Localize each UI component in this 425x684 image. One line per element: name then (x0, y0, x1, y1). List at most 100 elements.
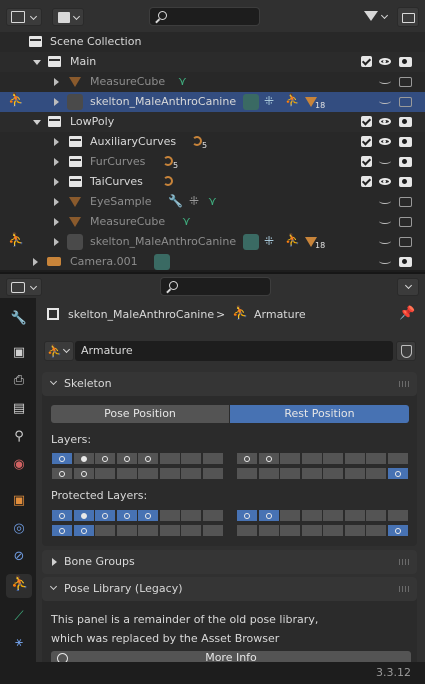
physics-tab-icon[interactable]: ◎ (10, 520, 28, 538)
outliner-row-measurecube[interactable]: MeasureCube ⋎ (0, 72, 425, 92)
exclude-checkbox[interactable] (361, 156, 372, 167)
outliner-row-measurecube-2[interactable]: MeasureCube ⋎ (0, 212, 425, 232)
visibility-eye-icon[interactable] (379, 58, 391, 65)
mesh-data-icon[interactable]: ⋎ (208, 194, 217, 208)
visibility-hidden-icon[interactable] (379, 218, 391, 224)
bone-layer-toggle[interactable] (257, 467, 280, 480)
visibility-eye-icon[interactable] (379, 118, 391, 125)
pin-icon[interactable]: 📌 (399, 306, 415, 321)
visibility-hidden-icon[interactable] (379, 258, 391, 264)
pose-icon[interactable]: ⛹ (285, 93, 300, 107)
bone-layer-toggle[interactable] (257, 509, 280, 522)
drag-handle-icon[interactable] (399, 586, 411, 592)
more-info-button[interactable]: More Info (51, 651, 411, 662)
bone-layer-toggle[interactable] (257, 452, 280, 465)
bone-layer-toggle[interactable] (365, 509, 387, 522)
modifier-wrench-icon[interactable]: 🔧 (168, 194, 183, 208)
disclosure-collapsed-icon[interactable] (54, 218, 59, 226)
exclude-checkbox[interactable] (361, 176, 372, 187)
armature-data-icon[interactable] (243, 234, 259, 250)
outliner-row-lowpoly[interactable]: LowPoly (0, 112, 425, 132)
bone-layer-toggle[interactable] (279, 467, 301, 480)
bone-layer-toggle[interactable] (386, 452, 409, 465)
options-dropdown[interactable] (397, 278, 419, 296)
protected-layers-grid[interactable] (51, 509, 411, 539)
bone-layer-toggle[interactable] (158, 509, 181, 522)
bone-layer-toggle[interactable] (51, 467, 73, 480)
constraints-tab-icon[interactable]: ⊘ (10, 548, 28, 566)
disclosure-collapsed-icon[interactable] (54, 238, 59, 246)
bone-layer-toggle[interactable] (343, 452, 366, 465)
render-disabled-icon[interactable] (399, 97, 412, 107)
bone-layer-toggle[interactable] (158, 524, 181, 537)
world-tab-icon[interactable]: ◉ (10, 456, 28, 474)
disclosure-collapsed-icon[interactable] (33, 258, 38, 266)
camera-data-icon[interactable] (154, 254, 170, 270)
bone-layer-toggle[interactable] (236, 524, 258, 537)
vertex-groups-icon[interactable]: ⁜ (264, 94, 274, 108)
bone-layer-toggle[interactable] (115, 509, 138, 522)
visibility-eye-icon[interactable] (379, 178, 391, 185)
bone-layer-toggle[interactable] (94, 467, 116, 480)
visibility-hidden-icon[interactable] (379, 78, 391, 84)
bone-layer-toggle[interactable] (137, 452, 159, 465)
editor-type-dropdown[interactable] (6, 278, 42, 296)
bone-layer-toggle[interactable] (257, 524, 280, 537)
bone-layer-toggle[interactable] (94, 509, 116, 522)
visibility-eye-icon[interactable] (379, 138, 391, 145)
outliner-row-camera[interactable]: Camera.001 (0, 252, 425, 272)
filter-dropdown[interactable] (362, 8, 390, 26)
mesh-data-icon[interactable]: ⋎ (182, 214, 191, 228)
bone-layer-toggle[interactable] (236, 467, 258, 480)
bone-layer-toggle[interactable] (365, 467, 387, 480)
outliner-row-main[interactable]: Main (0, 52, 425, 72)
bone-layer-toggle[interactable] (322, 509, 344, 522)
disclosure-collapsed-icon[interactable] (54, 138, 59, 146)
bone-layer-toggle[interactable] (115, 452, 138, 465)
skeleton-panel-header[interactable]: Skeleton (42, 372, 417, 396)
bone-layer-toggle[interactable] (279, 524, 301, 537)
disclosure-expanded-icon[interactable] (33, 60, 41, 65)
pose-position-button[interactable]: Pose Position (51, 405, 229, 423)
bone-layer-toggle[interactable] (94, 524, 116, 537)
outliner-row-furcurves[interactable]: FurCurves 5 (0, 152, 425, 172)
bone-layer-toggle[interactable] (365, 524, 387, 537)
outliner-row-scene-collection[interactable]: Scene Collection (0, 32, 425, 52)
vertex-groups-icon[interactable]: ⁜ (264, 234, 274, 248)
curve-icon[interactable] (163, 176, 173, 186)
bone-layer-toggle[interactable] (300, 524, 323, 537)
vertex-groups-icon[interactable]: ⁜ (189, 194, 199, 208)
outliner-row-skelton-2[interactable]: ⛹ skelton_MaleAnthroCanine ⁜ ⛹ 18 (0, 232, 425, 252)
render-camera-icon[interactable] (399, 177, 412, 187)
bone-layer-toggle[interactable] (51, 509, 73, 522)
object-tab-icon[interactable]: ▣ (10, 492, 28, 510)
armature-data-icon[interactable] (243, 94, 259, 110)
bone-layer-toggle[interactable] (279, 509, 301, 522)
properties-search-input[interactable] (160, 277, 271, 296)
display-mode-dropdown[interactable] (52, 8, 84, 26)
output-tab-icon[interactable]: ⎙ (10, 372, 28, 390)
bone-layer-toggle[interactable] (180, 452, 202, 465)
bone-layer-toggle[interactable] (201, 467, 224, 480)
disclosure-collapsed-icon[interactable] (54, 78, 59, 86)
bone-layer-toggle[interactable] (300, 509, 323, 522)
disclosure-expanded-icon[interactable] (33, 120, 41, 125)
bone-layer-toggle[interactable] (94, 452, 116, 465)
bone-layer-toggle[interactable] (180, 509, 202, 522)
disclosure-collapsed-icon[interactable] (54, 98, 59, 106)
bone-tab-icon[interactable]: ⟋ (10, 608, 28, 626)
outliner-search-input[interactable] (149, 7, 260, 26)
bone-layer-toggle[interactable] (115, 467, 138, 480)
bone-layer-toggle[interactable] (343, 524, 366, 537)
new-collection-button[interactable] (397, 7, 419, 27)
outliner-row-auxiliarycurves[interactable]: AuxiliaryCurves 5 (0, 132, 425, 152)
bone-layer-toggle[interactable] (300, 452, 323, 465)
bone-layer-toggle[interactable] (386, 467, 409, 480)
curve-icon[interactable] (192, 136, 202, 146)
outliner-row-skelton-selected[interactable]: ⛹ skelton_MaleAnthroCanine ⁜ ⛹ 18 (0, 92, 425, 112)
bone-layer-toggle[interactable] (158, 467, 181, 480)
bone-layer-toggle[interactable] (137, 524, 159, 537)
bone-layer-toggle[interactable] (201, 452, 224, 465)
layers-grid[interactable] (51, 452, 411, 482)
exclude-checkbox[interactable] (361, 56, 372, 67)
